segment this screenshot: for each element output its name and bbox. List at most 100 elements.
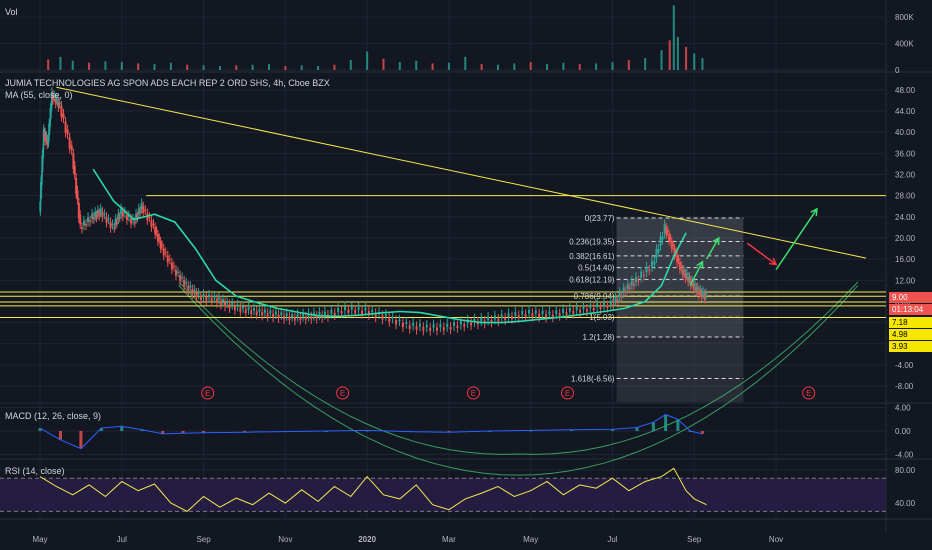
candle-body bbox=[158, 238, 161, 239]
candle-body bbox=[425, 324, 428, 328]
price-tick-label: -4.00 bbox=[895, 361, 914, 370]
candle-body bbox=[391, 316, 394, 319]
candle-body bbox=[449, 326, 452, 330]
candle-body bbox=[199, 296, 202, 300]
volume-tick-label: 0 bbox=[895, 66, 900, 75]
candle-body bbox=[429, 327, 432, 331]
candle-body bbox=[183, 280, 186, 287]
candle-body bbox=[117, 213, 120, 220]
candle-body bbox=[415, 326, 418, 330]
candle-body bbox=[205, 297, 208, 301]
candle-body bbox=[357, 307, 360, 311]
rsi-label: RSI (14, close) bbox=[5, 466, 65, 476]
candle-body bbox=[125, 215, 128, 221]
candle-body bbox=[435, 327, 438, 331]
candle-body bbox=[642, 275, 645, 277]
candle-body bbox=[541, 311, 544, 314]
candle-body bbox=[168, 259, 171, 261]
candle-body bbox=[538, 313, 541, 318]
candle-body bbox=[258, 308, 261, 312]
earnings-marker-label: E bbox=[565, 389, 570, 398]
candle-body bbox=[224, 302, 227, 307]
candle-body bbox=[347, 309, 350, 313]
candle-body bbox=[333, 312, 336, 316]
volume-bar bbox=[218, 66, 221, 70]
volume-bar bbox=[137, 63, 140, 70]
price-tick-label: 16.00 bbox=[895, 255, 916, 264]
candle-body bbox=[439, 324, 442, 328]
candle-body bbox=[480, 317, 483, 322]
candle-body bbox=[121, 211, 124, 217]
candle-body bbox=[606, 305, 609, 308]
candle-body bbox=[531, 313, 534, 317]
candle-body bbox=[487, 316, 490, 321]
candle-body bbox=[197, 293, 200, 295]
candle-body bbox=[177, 271, 180, 273]
candle-body bbox=[140, 203, 143, 209]
candle-body bbox=[688, 277, 691, 279]
volume-bar bbox=[104, 61, 107, 70]
candle-body bbox=[582, 305, 585, 310]
projection-arrow-up-3 bbox=[775, 208, 818, 271]
price-tick-label: 44.00 bbox=[895, 107, 916, 116]
candle-body bbox=[277, 314, 280, 319]
candle-body bbox=[418, 323, 421, 327]
macd-tick-label: 4.00 bbox=[895, 404, 911, 413]
candle-body bbox=[665, 227, 668, 235]
volume-bar bbox=[169, 62, 172, 70]
ma-label: MA (55, close, 0) bbox=[5, 90, 73, 100]
candle-body bbox=[266, 312, 269, 317]
candle-body bbox=[247, 307, 250, 310]
price-tick-label: 24.00 bbox=[895, 213, 916, 222]
candle-body bbox=[470, 322, 473, 326]
candle-body bbox=[85, 223, 88, 226]
candle-body bbox=[653, 261, 656, 265]
candle-body bbox=[133, 222, 136, 224]
volume-bar bbox=[71, 60, 74, 70]
candle-body bbox=[291, 314, 294, 317]
candle-body bbox=[637, 280, 640, 282]
candle-body bbox=[565, 312, 568, 315]
candle-body bbox=[118, 216, 121, 218]
candle-body bbox=[202, 293, 205, 297]
candle-body bbox=[666, 230, 669, 232]
candle-body bbox=[236, 304, 239, 307]
candle-body bbox=[129, 218, 132, 224]
candle-body bbox=[354, 309, 357, 314]
candle-body bbox=[401, 322, 404, 328]
candle-body bbox=[548, 311, 551, 315]
candle-body bbox=[624, 290, 627, 293]
candle-body bbox=[371, 309, 374, 313]
volume-bar bbox=[685, 46, 688, 70]
candle-body bbox=[181, 277, 184, 279]
candle-body bbox=[187, 285, 190, 291]
candle-body bbox=[172, 266, 175, 268]
candle-body bbox=[350, 306, 353, 310]
volume-bar bbox=[415, 60, 418, 70]
earnings-marker-label: E bbox=[340, 389, 345, 398]
candle-body bbox=[493, 315, 496, 320]
candle-body bbox=[170, 262, 173, 270]
candle-body bbox=[80, 227, 83, 229]
volume-bar bbox=[366, 51, 369, 70]
candle-body bbox=[318, 312, 321, 316]
candle-body bbox=[599, 306, 602, 310]
volume-bar bbox=[668, 40, 671, 70]
candle-body bbox=[79, 215, 82, 225]
candle-body bbox=[73, 165, 76, 175]
x-tick-label: 2020 bbox=[358, 535, 376, 544]
price-tag-level-3: 3.93 bbox=[889, 341, 932, 352]
candle-body bbox=[592, 307, 595, 311]
candle-body bbox=[432, 324, 435, 328]
macd-tick-label: 0.00 bbox=[895, 427, 911, 436]
macd-label: MACD (12, 26, close, 9) bbox=[5, 411, 102, 421]
volume-bar bbox=[672, 5, 675, 71]
candle-body bbox=[152, 223, 155, 225]
x-tick-label: May bbox=[32, 535, 47, 544]
candle-body bbox=[517, 315, 520, 318]
candle-body bbox=[219, 300, 222, 305]
fib-level-label: 1.618(-6.56) bbox=[571, 375, 615, 384]
candle-body bbox=[645, 266, 648, 273]
fib-extension-zone bbox=[616, 337, 744, 402]
candle-body bbox=[174, 269, 177, 276]
